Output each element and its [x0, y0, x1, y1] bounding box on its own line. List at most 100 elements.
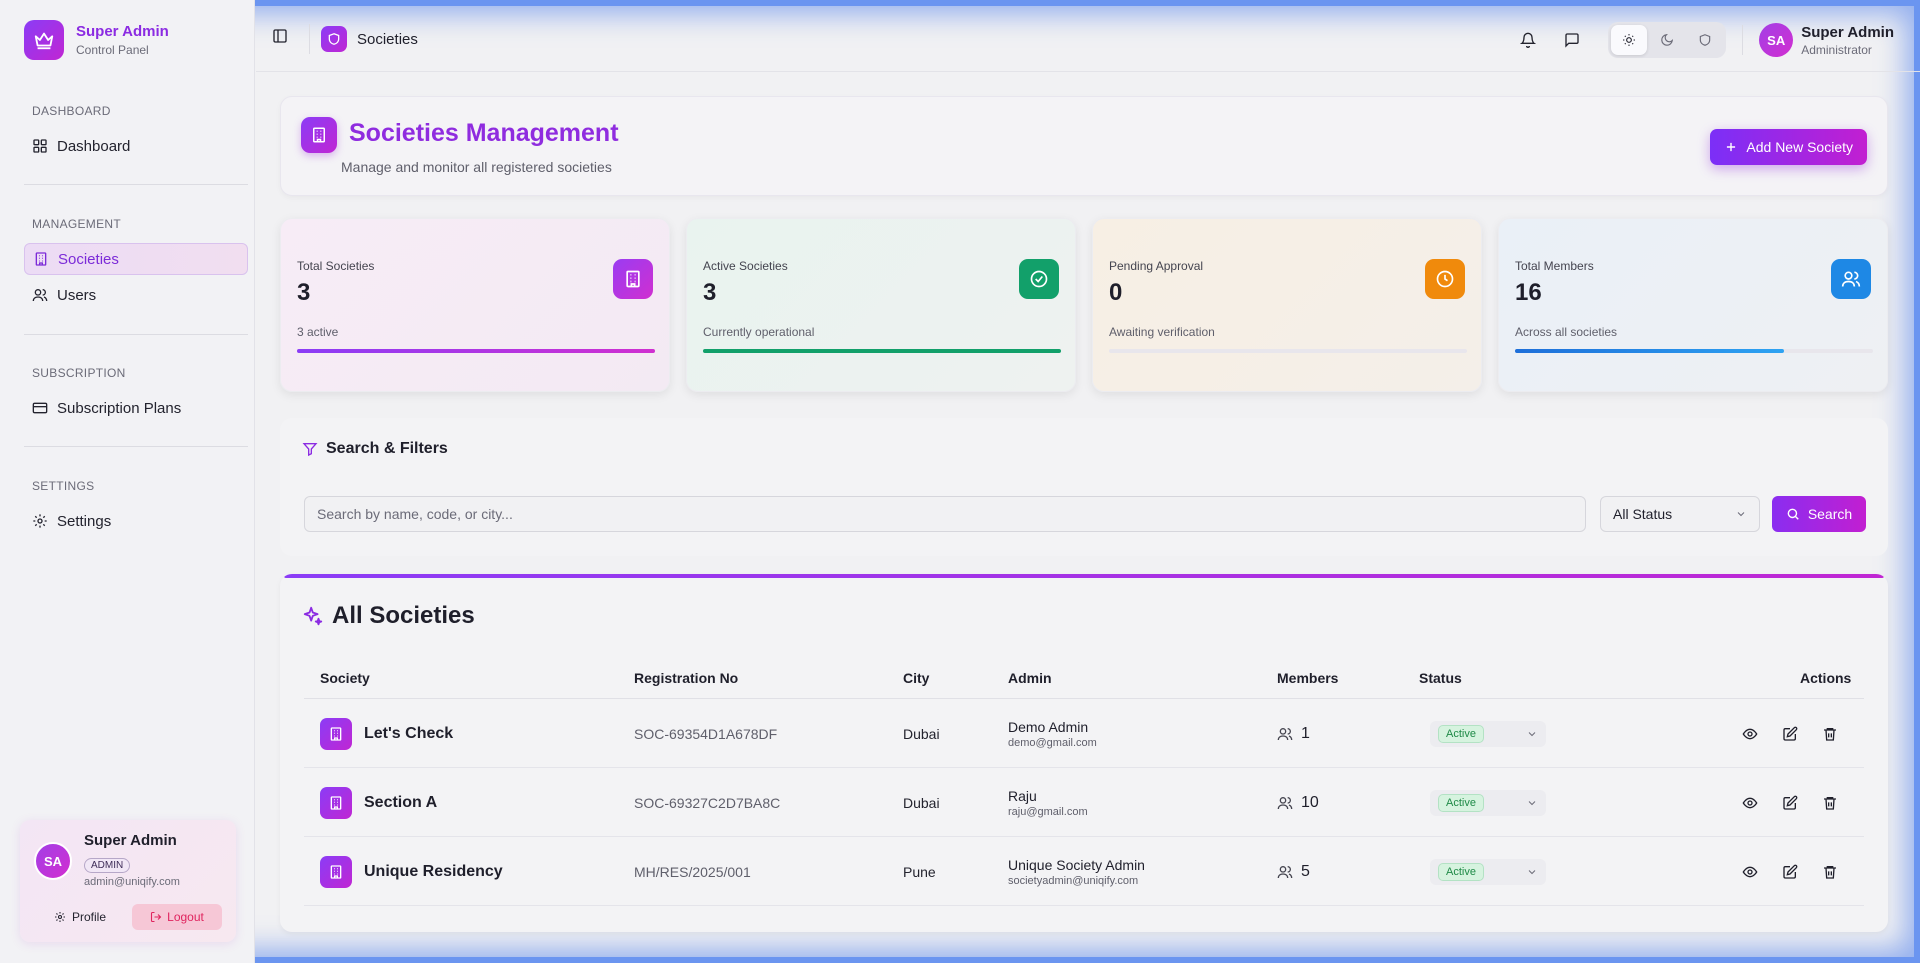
stat-note: Across all societies: [1515, 325, 1618, 339]
delete-icon[interactable]: [1810, 783, 1850, 823]
members-cell: 1: [1277, 699, 1310, 768]
column-header[interactable]: City: [903, 670, 929, 686]
table-row[interactable]: Unique Residency MH/RES/2025/001 Pune Un…: [304, 837, 1864, 906]
admin-email: societyadmin@uniqify.com: [1008, 874, 1139, 887]
grid-icon: [32, 138, 48, 154]
search-filters-panel: Search & Filters All Status Search: [280, 418, 1888, 556]
avatar[interactable]: SA: [1759, 23, 1794, 57]
view-icon[interactable]: [1730, 783, 1770, 823]
divider: [1742, 25, 1744, 55]
brand[interactable]: Super Admin Control Panel: [24, 20, 169, 60]
status-badge: Active: [1438, 862, 1484, 881]
progress-track: [1109, 349, 1467, 353]
moon-icon[interactable]: [1649, 25, 1685, 55]
delete-icon[interactable]: [1810, 714, 1850, 754]
progress-track: [1515, 349, 1873, 353]
column-header[interactable]: Status: [1419, 670, 1462, 686]
avatar[interactable]: SA: [34, 842, 72, 880]
search-filters-title: Search & Filters: [302, 440, 448, 458]
stat-note: 3 active: [297, 325, 339, 339]
registration-no: SOC-69327C2D7BA8C: [634, 794, 781, 811]
add-society-label: Add New Society: [1746, 139, 1853, 155]
shield-icon[interactable]: [1687, 25, 1723, 55]
breadcrumb: Societies: [321, 26, 418, 52]
nav-section-settings: SETTINGS Settings: [24, 479, 248, 537]
stat-label: Active Societies: [703, 259, 788, 273]
sidebar-item-societies[interactable]: Societies: [24, 243, 248, 275]
building-icon: [320, 855, 352, 888]
nav-heading: DASHBOARD: [32, 104, 111, 118]
chevron-down-icon: [1526, 866, 1538, 878]
admin-cell: Raju raju@gmail.com: [1008, 768, 1088, 837]
edit-icon[interactable]: [1770, 783, 1810, 823]
users-icon: [1277, 726, 1293, 742]
sidebar-item-label: Dashboard: [57, 137, 131, 155]
search-input[interactable]: [304, 496, 1586, 532]
edit-icon[interactable]: [1770, 852, 1810, 892]
shield-icon: [321, 26, 347, 52]
stat-card-active-societies: Active Societies 3 Currently operational: [686, 218, 1076, 392]
profile-button[interactable]: Profile: [46, 904, 114, 930]
status-select[interactable]: All Status: [1600, 496, 1760, 532]
sidebar-item-label: Settings: [57, 512, 112, 530]
table-row[interactable]: Section A SOC-69327C2D7BA8C Dubai Raju ra…: [304, 768, 1864, 837]
sun-icon[interactable]: [1611, 25, 1648, 55]
stat-card-total-societies: Total Societies 3 3 active: [280, 218, 670, 392]
table-row[interactable]: Let's Check SOC-69354D1A678DF Dubai Demo…: [304, 699, 1864, 768]
edit-icon[interactable]: [1770, 714, 1810, 754]
user-menu[interactable]: Super Admin Administrator: [1801, 24, 1894, 57]
topbar: Societies SA Super Admin Administrator: [256, 0, 1920, 72]
progress-track: [703, 349, 1061, 353]
search-button[interactable]: Search: [1772, 496, 1866, 532]
progress-fill: [703, 349, 1061, 353]
search-button-label: Search: [1807, 506, 1853, 522]
theme-switcher: [1608, 22, 1727, 58]
column-header[interactable]: Society: [320, 670, 370, 686]
chevron-down-icon: [1526, 728, 1538, 740]
sidebar-item-settings[interactable]: Settings: [24, 505, 248, 537]
column-header[interactable]: Actions: [1800, 670, 1851, 686]
chevron-down-icon: [1735, 508, 1747, 520]
sidebar-item-subscription-plans[interactable]: Subscription Plans: [24, 392, 248, 424]
topbar-actions: SA Super Admin Administrator: [1504, 20, 1894, 60]
progress-fill: [1515, 349, 1784, 353]
logout-button[interactable]: Logout: [132, 904, 222, 930]
profile-label: Profile: [72, 910, 107, 924]
nav-section-management: MANAGEMENT Societies Users: [24, 217, 248, 311]
members-cell: 5: [1277, 837, 1310, 906]
users-icon: [1831, 259, 1871, 299]
chevron-down-icon: [1526, 797, 1538, 809]
status-dropdown[interactable]: Active: [1430, 789, 1546, 816]
view-icon[interactable]: [1730, 852, 1770, 892]
column-header[interactable]: Admin: [1008, 670, 1052, 686]
building-icon: [301, 117, 337, 153]
admin-cell: Demo Admin demo@gmail.com: [1008, 699, 1097, 768]
status-cell: Active: [1430, 699, 1546, 768]
sidebar-item-users[interactable]: Users: [24, 279, 248, 311]
sidebar-item-dashboard[interactable]: Dashboard: [24, 130, 248, 162]
message-icon[interactable]: [1552, 20, 1592, 60]
page-title: Societies Management: [349, 119, 619, 147]
city: Dubai: [903, 725, 940, 742]
user-name: Super Admin: [1801, 23, 1894, 41]
city: Dubai: [903, 794, 940, 811]
add-society-button[interactable]: Add New Society: [1710, 129, 1867, 165]
sidebar-toggle-icon[interactable]: [272, 28, 288, 44]
delete-icon[interactable]: [1810, 852, 1850, 892]
logout-icon: [150, 911, 162, 923]
crown-icon: [24, 20, 64, 60]
status-dropdown[interactable]: Active: [1430, 858, 1546, 885]
divider: [24, 184, 248, 185]
column-header[interactable]: Registration No: [634, 670, 738, 686]
stat-value: 16: [1515, 279, 1542, 306]
column-header[interactable]: Members: [1277, 670, 1338, 686]
view-icon[interactable]: [1730, 714, 1770, 754]
bell-icon[interactable]: [1508, 20, 1548, 60]
filter-icon: [302, 441, 318, 457]
progress-track: [297, 349, 655, 353]
nav-heading: MANAGEMENT: [32, 217, 122, 231]
status-dropdown[interactable]: Active: [1430, 720, 1546, 747]
status-select-value: All Status: [1613, 506, 1673, 522]
stat-value: 0: [1109, 279, 1123, 306]
admin-name: Unique Society Admin: [1008, 856, 1145, 873]
